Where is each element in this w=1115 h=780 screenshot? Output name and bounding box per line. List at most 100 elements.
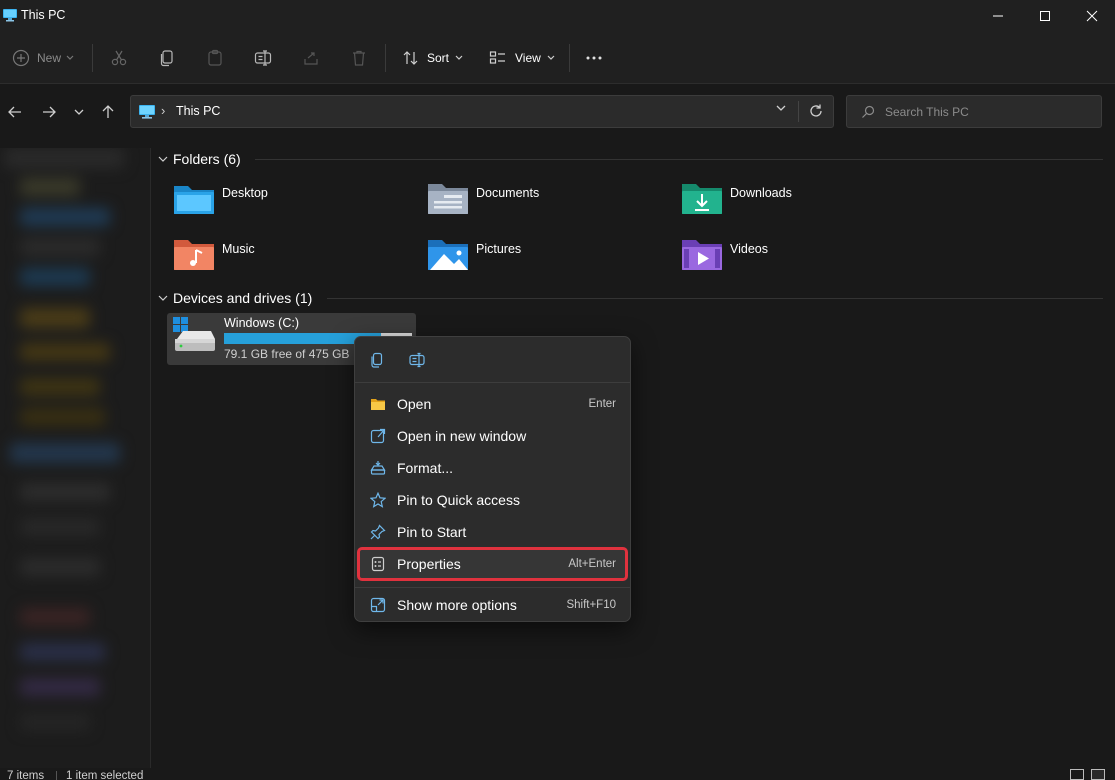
folder-name: Desktop [222, 186, 268, 200]
context-quick-actions [355, 337, 630, 383]
chevron-down-icon [547, 55, 555, 60]
more-icon [586, 56, 602, 60]
arrow-right-icon [43, 106, 56, 118]
paste-button[interactable] [206, 42, 224, 74]
menu-item-label: Pin to Start [397, 524, 467, 540]
menu-item-label: Pin to Quick access [397, 492, 520, 508]
menu-item-label: Properties [397, 556, 461, 572]
navigation-pane[interactable] [0, 148, 151, 768]
star-icon [370, 492, 386, 508]
back-button[interactable] [0, 96, 30, 128]
search-box[interactable] [846, 95, 1102, 128]
rename-icon [409, 352, 425, 368]
menu-item-open-new-window[interactable]: Open in new window [359, 421, 626, 451]
search-icon [862, 105, 875, 118]
new-label: New [37, 51, 62, 65]
pin-icon [370, 524, 386, 540]
pictures-folder-icon [428, 240, 468, 270]
clipboard-icon [208, 49, 222, 66]
menu-item-open[interactable]: Open Enter [359, 389, 626, 419]
breadcrumb-this-pc[interactable]: This PC [176, 104, 220, 118]
up-button[interactable] [93, 96, 123, 128]
menu-item-label: Format... [397, 460, 454, 476]
properties-icon [371, 556, 385, 572]
context-rename-button[interactable] [406, 349, 428, 371]
drive-free-space: 79.1 GB free of 475 GB [224, 347, 350, 361]
folder-desktop[interactable]: Desktop [172, 182, 412, 230]
folder-open-icon [371, 399, 385, 410]
address-bar[interactable]: › This PC [130, 95, 834, 128]
menu-item-format[interactable]: Format... [359, 453, 626, 483]
this-pc-icon [3, 9, 17, 22]
music-folder-icon [174, 240, 214, 270]
status-divider [56, 771, 57, 780]
menu-item-show-more-options[interactable]: Show more options Shift+F10 [359, 590, 626, 620]
search-input[interactable] [885, 102, 1095, 122]
section-rule [255, 149, 1103, 169]
close-button[interactable] [1069, 0, 1115, 32]
chevron-down-icon [158, 295, 168, 301]
minimize-button[interactable] [975, 0, 1021, 32]
folder-videos[interactable]: Videos [680, 238, 920, 286]
breadcrumb-chevron-icon: › [161, 103, 166, 118]
share-button[interactable] [302, 42, 320, 74]
arrow-up-icon [102, 105, 114, 118]
view-label: View [515, 51, 541, 65]
menu-item-properties[interactable]: Properties Alt+Enter [357, 547, 628, 581]
menu-item-pin-start[interactable]: Pin to Start [359, 517, 626, 547]
folder-music[interactable]: Music [172, 238, 412, 286]
context-copy-button[interactable] [366, 349, 388, 371]
videos-folder-icon [682, 240, 722, 270]
recent-locations-button[interactable] [64, 96, 94, 128]
menu-item-label: Show more options [397, 597, 517, 613]
downloads-folder-icon [682, 184, 722, 214]
menu-item-label: Open in new window [397, 428, 527, 444]
folder-name: Pictures [476, 242, 522, 256]
folder-documents[interactable]: Documents [426, 182, 666, 230]
folders-section-title: Folders (6) [173, 151, 241, 167]
rename-button[interactable] [254, 42, 272, 74]
sort-label: Sort [427, 51, 450, 65]
more-options-icon [370, 597, 386, 613]
refresh-icon[interactable] [808, 103, 824, 119]
scissors-icon [111, 50, 127, 66]
menu-divider [355, 587, 630, 588]
menu-item-shortcut: Enter [588, 398, 617, 410]
sort-button[interactable]: Sort [402, 42, 463, 74]
new-button[interactable]: New [12, 42, 74, 74]
toolbar-divider [92, 44, 93, 72]
tiles-view-icon[interactable] [1091, 769, 1105, 780]
chevron-down-icon[interactable] [776, 105, 786, 112]
delete-button[interactable] [350, 42, 368, 74]
menu-item-shortcut: Shift+F10 [566, 599, 616, 611]
toolbar-divider [385, 44, 386, 72]
maximize-button[interactable] [1022, 0, 1068, 32]
title-bar: This PC [0, 0, 1115, 32]
folder-name: Downloads [730, 186, 792, 200]
documents-folder-icon [428, 184, 468, 214]
forward-button[interactable] [34, 96, 64, 128]
folders-section-header[interactable]: Folders (6) [158, 149, 241, 169]
cut-button[interactable] [110, 42, 128, 74]
open-new-window-icon [370, 428, 386, 444]
chevron-down-icon [74, 109, 84, 115]
folder-pictures[interactable]: Pictures [426, 238, 666, 286]
details-view-icon[interactable] [1070, 769, 1084, 780]
menu-item-label: Open [397, 396, 432, 412]
format-drive-icon [370, 461, 386, 475]
copy-button[interactable] [158, 42, 176, 74]
sort-icon [403, 51, 418, 65]
menu-item-pin-quick-access[interactable]: Pin to Quick access [359, 485, 626, 515]
folder-downloads[interactable]: Downloads [680, 182, 920, 230]
copy-icon [371, 352, 383, 368]
plus-circle-icon [12, 49, 30, 67]
view-button[interactable]: View [489, 42, 555, 74]
devices-section-header[interactable]: Devices and drives (1) [158, 288, 312, 308]
copy-icon [160, 50, 173, 67]
item-count: 7 items [7, 770, 45, 780]
chevron-down-icon [66, 55, 74, 60]
menu-item-shortcut: Alt+Enter [568, 558, 616, 570]
status-bar: 7 items 1 item selected [0, 768, 1115, 780]
share-icon [304, 52, 318, 65]
more-button[interactable] [585, 42, 603, 74]
